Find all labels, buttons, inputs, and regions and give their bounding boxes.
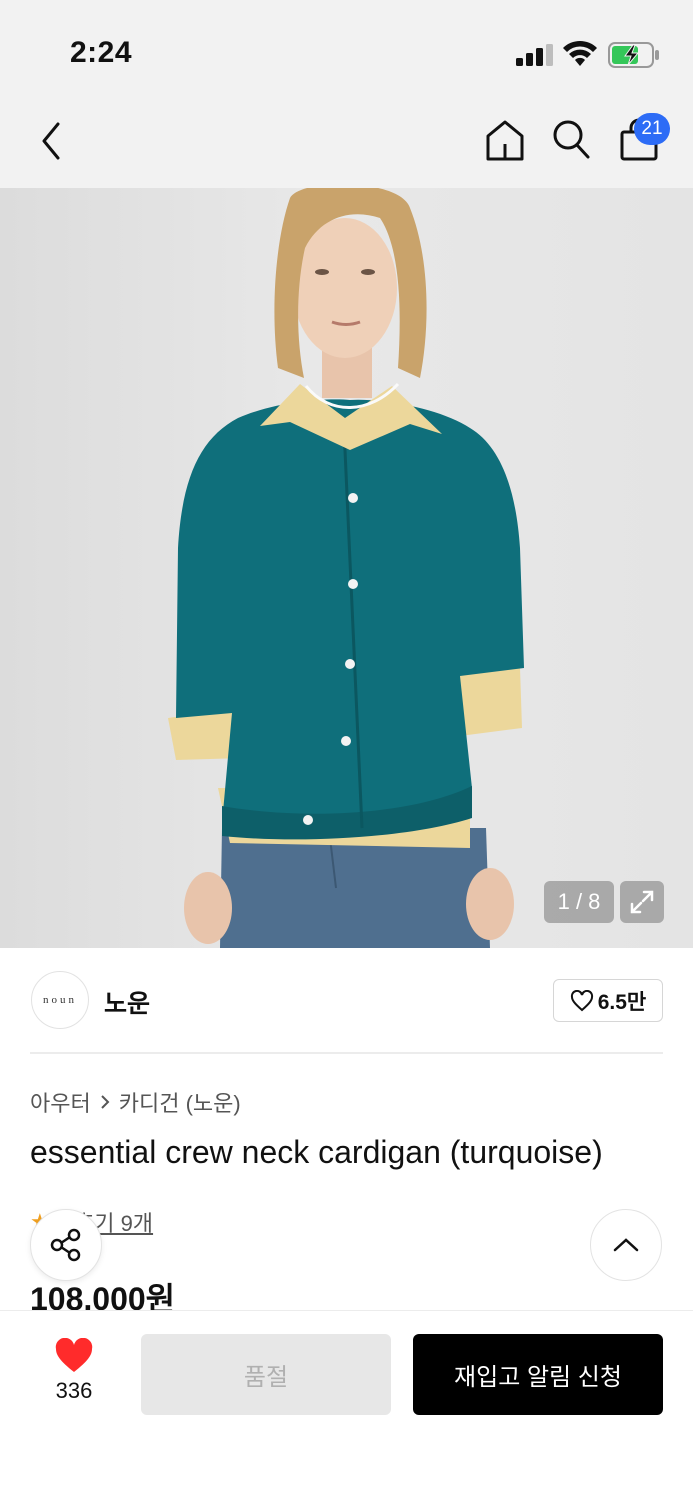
home-icon[interactable] bbox=[484, 118, 526, 162]
status-time: 2:24 bbox=[70, 36, 133, 69]
heart-outline-icon bbox=[570, 989, 593, 1011]
chevron-up-icon bbox=[613, 1238, 639, 1252]
product-photo-illustration bbox=[168, 188, 524, 948]
wifi-icon bbox=[563, 40, 597, 66]
cellular-signal-icon bbox=[516, 44, 553, 66]
heart-icon bbox=[55, 1338, 93, 1372]
product-like-count: 336 bbox=[55, 1378, 93, 1403]
brand-like-count: 6.5만 bbox=[597, 990, 647, 1014]
expand-icon bbox=[630, 890, 654, 914]
brand-logo-text: noun bbox=[43, 994, 77, 1006]
chevron-right-icon bbox=[101, 1095, 110, 1109]
cart-count-badge: 21 bbox=[634, 113, 670, 145]
breadcrumb: 아우터 카디건 (노운) bbox=[30, 1086, 241, 1118]
search-icon[interactable] bbox=[551, 118, 591, 160]
product-title: essential crew neck cardigan (turquoise) bbox=[30, 1134, 603, 1170]
divider bbox=[30, 1052, 663, 1054]
brand-name[interactable]: 노운 bbox=[104, 984, 150, 1020]
brand-logo[interactable]: noun bbox=[31, 971, 89, 1029]
expand-button[interactable] bbox=[620, 881, 664, 923]
share-icon bbox=[50, 1228, 81, 1262]
breadcrumb-cardigan[interactable]: 카디건 (노운) bbox=[119, 1086, 241, 1118]
battery-charging-icon bbox=[608, 42, 659, 68]
image-counter: 1 / 8 bbox=[544, 881, 614, 923]
product-like-button[interactable]: 336 bbox=[40, 1338, 108, 1404]
product-image[interactable] bbox=[0, 188, 693, 948]
breadcrumb-outer[interactable]: 아우터 bbox=[30, 1086, 91, 1118]
share-button[interactable] bbox=[30, 1209, 102, 1281]
restock-alert-button[interactable]: 재입고 알림 신청 bbox=[413, 1334, 663, 1415]
scroll-to-top-button[interactable] bbox=[590, 1209, 662, 1281]
brand-like-button[interactable]: 6.5만 bbox=[553, 979, 663, 1022]
back-button[interactable] bbox=[36, 118, 68, 164]
soldout-button: 품절 bbox=[141, 1334, 391, 1415]
